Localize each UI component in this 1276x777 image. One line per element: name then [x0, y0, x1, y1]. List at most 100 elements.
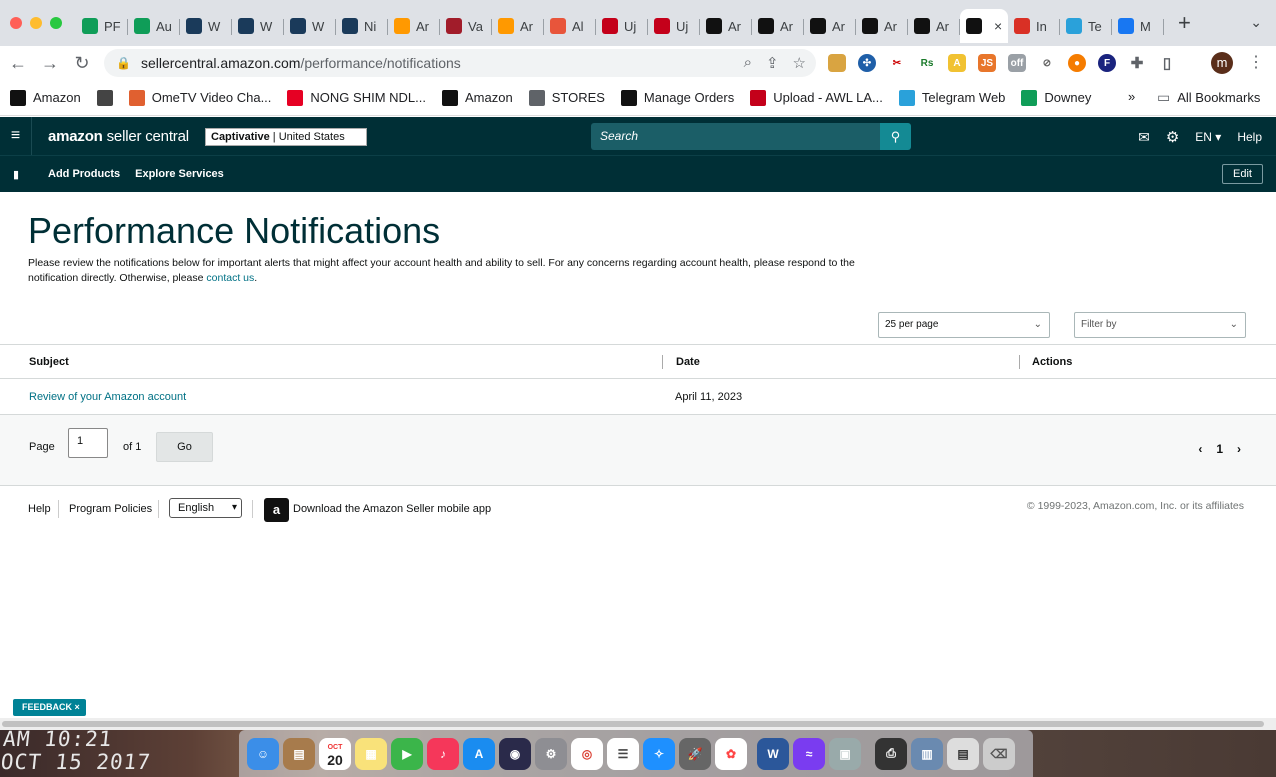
browser-menu-icon[interactable]: ⋮ — [1248, 52, 1264, 72]
browser-tab[interactable]: Te — [1060, 9, 1112, 43]
hamburger-menu-icon[interactable]: ≡ — [0, 117, 32, 155]
launchpad-icon[interactable]: 🚀 — [679, 737, 711, 770]
extension-f-icon[interactable]: F — [1098, 54, 1116, 72]
minimize-window-button[interactable] — [30, 17, 42, 29]
profile-avatar[interactable]: m — [1211, 52, 1233, 74]
bookmark-star-icon[interactable]: ☆ — [793, 54, 806, 72]
facetime-icon[interactable]: ▶ — [391, 737, 423, 770]
close-window-button[interactable] — [10, 17, 22, 29]
bookmark-item[interactable]: OmeTV Video Cha... — [128, 89, 271, 106]
bookmark-item[interactable]: Amazon — [442, 89, 513, 106]
printer-icon[interactable]: ⎙ — [875, 737, 907, 770]
footer-help-link[interactable]: Help — [28, 503, 51, 515]
browser-tab[interactable]: M — [1112, 9, 1164, 43]
bookmark-item[interactable]: Downey — [1021, 89, 1091, 106]
photos-icon[interactable]: ✿ — [715, 737, 747, 770]
extension-link-icon[interactable]: ⊘ — [1038, 54, 1056, 72]
explore-services-link[interactable]: Explore Services — [135, 168, 224, 180]
chrome-icon[interactable]: ◎ — [571, 737, 603, 770]
folder-stack-icon[interactable]: ▥ — [911, 737, 943, 770]
seller-central-logo[interactable]: amazon seller central — [48, 128, 189, 145]
browser-tab[interactable]: Uj — [648, 9, 700, 43]
browser-tab[interactable]: Ar — [388, 9, 440, 43]
tab-search-chevron-icon[interactable]: ⌄ — [1250, 14, 1262, 31]
side-panel-icon[interactable]: ▯ — [1158, 54, 1176, 72]
contact-us-link[interactable]: contact us — [206, 272, 254, 284]
search-input[interactable]: Search — [591, 123, 881, 150]
edit-button[interactable]: Edit — [1222, 164, 1263, 184]
browser-tab[interactable]: Ar — [856, 9, 908, 43]
browser-tab[interactable]: Ar — [804, 9, 856, 43]
bookmark-item[interactable]: Telegram Web — [898, 89, 1005, 106]
feedback-button[interactable]: FEEDBACK × — [13, 699, 86, 716]
extension-orange-icon[interactable]: ● — [1068, 54, 1086, 72]
bookmark-item[interactable]: Upload - AWL LA... — [750, 89, 883, 106]
help-link[interactable]: Help — [1237, 130, 1262, 144]
maximize-window-button[interactable] — [50, 17, 62, 29]
browser-tab[interactable]: In — [1008, 9, 1060, 43]
new-tab-button[interactable]: + — [1178, 10, 1191, 36]
browser-tab[interactable]: Al — [544, 9, 596, 43]
address-bar[interactable]: 🔒 sellercentral.amazon.com/performance/n… — [104, 49, 816, 77]
mail-icon[interactable]: ✉ — [1138, 129, 1150, 146]
scrollbar-thumb[interactable] — [2, 721, 1264, 727]
store-selector[interactable]: Captivative | United States — [205, 128, 367, 146]
messenger-icon[interactable]: ≈ — [793, 737, 825, 770]
column-date[interactable]: Date — [676, 356, 700, 368]
column-subject[interactable]: Subject — [29, 356, 69, 368]
notification-subject-link[interactable]: Review of your Amazon account — [29, 391, 186, 403]
contacts-icon[interactable]: ▤ — [283, 737, 315, 770]
browser-tab[interactable]: Ar — [752, 9, 804, 43]
browser-tab[interactable]: W — [232, 9, 284, 43]
extension-blue-icon[interactable]: ✣ — [858, 54, 876, 72]
reminders-icon[interactable]: ☰ — [607, 737, 639, 770]
language-selector[interactable]: EN ▾ — [1195, 130, 1221, 144]
per-page-select[interactable]: 25 per page ⌄ — [878, 312, 1050, 338]
reload-button[interactable]: ↻ — [66, 53, 98, 74]
calendar-icon[interactable]: OCT 20 — [319, 737, 351, 770]
browser-tab[interactable]: Ar — [492, 9, 544, 43]
music-icon[interactable]: ♪ — [427, 737, 459, 770]
page-number-input[interactable]: 1 — [68, 428, 108, 458]
siri-icon[interactable]: ◉ — [499, 737, 531, 770]
filter-by-select[interactable]: Filter by ⌄ — [1074, 312, 1246, 338]
trash-icon[interactable]: ⌫ — [983, 737, 1015, 770]
browser-tab[interactable]: W — [180, 9, 232, 43]
download-app-link[interactable]: Download the Amazon Seller mobile app — [293, 503, 491, 515]
documents-stack-icon[interactable]: ▤ — [947, 737, 979, 770]
browser-tab[interactable]: Va — [440, 9, 492, 43]
horizontal-scrollbar[interactable] — [0, 718, 1276, 730]
browser-tab[interactable]: PF — [76, 9, 128, 43]
go-button[interactable]: Go — [156, 432, 213, 462]
extension-rs-icon[interactable]: Rs — [918, 54, 936, 72]
bookmark-item[interactable]: Manage Orders — [620, 89, 734, 106]
gear-icon[interactable]: ⚙ — [1166, 128, 1179, 146]
bookmark-item[interactable]: STORES — [528, 89, 605, 106]
amazon-app-icon[interactable]: a — [264, 498, 289, 522]
back-button[interactable]: ← — [2, 53, 34, 74]
zoom-icon[interactable]: ⌕ — [744, 54, 752, 72]
forward-button[interactable]: → — [34, 53, 66, 74]
extension-ascout-icon[interactable]: A — [948, 54, 966, 72]
browser-tab[interactable]: Au — [128, 9, 180, 43]
bookmark-item[interactable] — [96, 89, 113, 106]
close-tab-icon[interactable]: × — [994, 18, 1002, 34]
extension-tool-icon[interactable]: ✂ — [888, 54, 906, 72]
system-preferences-icon[interactable]: ⚙ — [535, 737, 567, 770]
share-icon[interactable]: ⇪ — [766, 54, 779, 72]
browser-tab[interactable]: Ar — [700, 9, 752, 43]
preview-icon[interactable]: ▣ — [829, 737, 861, 770]
word-icon[interactable]: W — [757, 737, 789, 770]
footer-language-select[interactable]: English ▾ — [169, 498, 242, 518]
finder-icon[interactable]: ☺ — [247, 737, 279, 770]
program-policies-link[interactable]: Program Policies — [69, 503, 152, 515]
browser-tab[interactable]: Uj — [596, 9, 648, 43]
puzzle-icon[interactable]: ✚ — [1128, 54, 1146, 72]
extension-honey-icon[interactable] — [828, 54, 846, 72]
current-page-number[interactable]: 1 — [1216, 442, 1223, 456]
browser-tab[interactable]: W — [284, 9, 336, 43]
chevron-right-icon[interactable]: › — [1237, 442, 1241, 456]
extension-off-icon[interactable]: off — [1008, 54, 1026, 72]
more-bookmarks-button[interactable]: » — [1128, 89, 1135, 104]
chevron-left-icon[interactable]: ‹ — [1198, 442, 1202, 456]
